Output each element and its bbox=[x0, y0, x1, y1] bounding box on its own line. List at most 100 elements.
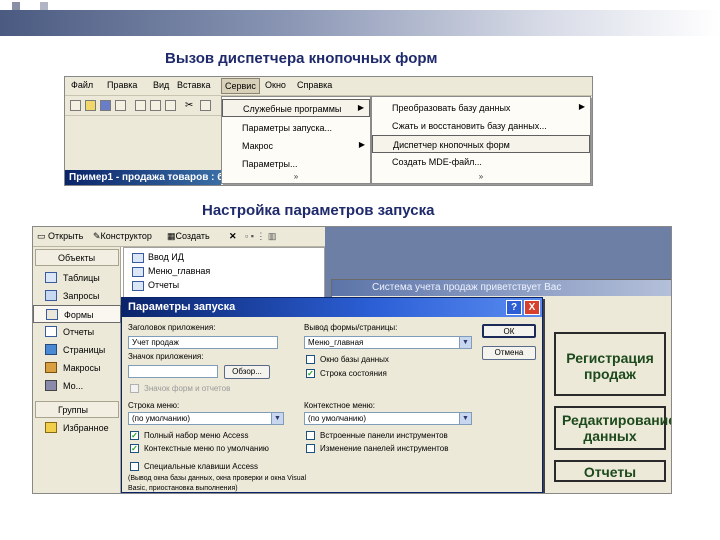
edit-data-button[interactable]: Редактирование данных bbox=[554, 406, 671, 450]
help-button[interactable]: ? bbox=[506, 300, 522, 315]
list-item[interactable]: Меню_главная bbox=[132, 266, 210, 277]
close-icon[interactable]: X bbox=[524, 300, 540, 315]
form-icon bbox=[132, 266, 144, 277]
submenu-arrow-icon: ▶ bbox=[358, 140, 365, 149]
expand-menu-icon[interactable]: » bbox=[222, 172, 370, 181]
object-queries[interactable]: Запросы bbox=[33, 287, 121, 305]
chevron-down-icon[interactable]: ▼ bbox=[459, 337, 471, 348]
toolbar-changes-checkbox[interactable] bbox=[306, 444, 315, 453]
object-modules[interactable]: Мо... bbox=[33, 377, 121, 395]
special-keys-label: Специальные клавиши Access bbox=[144, 462, 259, 471]
decor-square bbox=[12, 2, 20, 10]
menu-bar-select[interactable]: (по умолчанию) ▼ bbox=[128, 412, 284, 425]
context-menus-checkbox[interactable]: ✓ bbox=[130, 444, 139, 453]
open-icon[interactable] bbox=[85, 100, 96, 111]
menu-tools[interactable]: Сервис bbox=[221, 78, 260, 94]
menu-item-options[interactable]: Параметры... bbox=[222, 155, 370, 173]
full-menus-checkbox[interactable]: ✓ bbox=[130, 431, 139, 440]
form-page-select[interactable]: Меню_главная ▼ bbox=[304, 336, 472, 349]
expand-menu-icon[interactable]: » bbox=[372, 172, 590, 181]
toolbar-changes-label: Изменение панелей инструментов bbox=[320, 444, 449, 453]
status-bar-label: Строка состояния bbox=[320, 369, 387, 378]
object-pages[interactable]: Страницы bbox=[33, 341, 121, 359]
design-button[interactable]: ✎Конструктор bbox=[93, 231, 152, 242]
context-menu-bar-label: Контекстное меню: bbox=[304, 401, 375, 410]
menu-item-switchboard-manager[interactable]: Диспетчер кнопочных форм bbox=[372, 135, 590, 153]
special-keys-note: (Вывод окна базы данных, окна проверки и… bbox=[128, 475, 307, 492]
macro-icon bbox=[45, 362, 57, 373]
builtin-toolbars-checkbox[interactable] bbox=[306, 431, 315, 440]
switchboard-form-title: Система учета продаж приветствует Вас bbox=[332, 280, 671, 296]
startup-dialog: Параметры запуска ? X Заголовок приложен… bbox=[121, 297, 543, 493]
menu-file[interactable]: Файл bbox=[71, 80, 93, 90]
menu-item-utilities[interactable]: Служебные программы ▶ bbox=[222, 99, 370, 117]
full-menus-label: Полный набор меню Access bbox=[144, 431, 249, 440]
chevron-down-icon[interactable]: ▼ bbox=[459, 413, 471, 424]
status-bar-checkbox[interactable]: ✓ bbox=[306, 369, 315, 378]
new-icon[interactable] bbox=[70, 100, 81, 111]
form-page-label: Вывод формы/страницы: bbox=[304, 323, 398, 332]
favorites-icon bbox=[45, 422, 57, 433]
groups-header[interactable]: Группы bbox=[35, 401, 119, 418]
slide-top-bar bbox=[0, 10, 720, 36]
object-reports[interactable]: Отчеты bbox=[33, 323, 121, 341]
delete-icon[interactable]: ✕ bbox=[229, 231, 237, 242]
group-favorites[interactable]: Избранное bbox=[33, 419, 121, 437]
page-icon bbox=[45, 344, 57, 355]
objects-header[interactable]: Объекты bbox=[35, 249, 119, 266]
report-icon bbox=[45, 326, 57, 337]
object-forms[interactable]: Формы bbox=[33, 305, 121, 323]
save-icon[interactable] bbox=[100, 100, 111, 111]
tools-menu: Служебные программы ▶ Параметры запуска..… bbox=[221, 96, 371, 184]
app-title-label: Заголовок приложения: bbox=[128, 323, 216, 332]
browse-button[interactable]: Обзор... bbox=[224, 365, 270, 379]
menu-window[interactable]: Окно bbox=[265, 80, 286, 90]
menu-item-make-mde[interactable]: Создать MDE-файл... bbox=[372, 153, 590, 171]
module-icon bbox=[45, 380, 57, 391]
menu-insert[interactable]: Вставка bbox=[177, 80, 210, 90]
menu-item-convert-db[interactable]: Преобразовать базу данных ▶ bbox=[372, 99, 590, 117]
slide-heading-switchboard: Вызов диспетчера кнопочных форм bbox=[165, 50, 438, 67]
special-keys-checkbox[interactable] bbox=[130, 462, 139, 471]
spelling-icon[interactable] bbox=[165, 100, 176, 111]
copy-icon[interactable] bbox=[200, 100, 211, 111]
utilities-submenu: Преобразовать базу данных ▶ Сжать и восст… bbox=[371, 96, 591, 184]
menu-bar-label: Строка меню: bbox=[128, 401, 180, 410]
print-icon[interactable] bbox=[135, 100, 146, 111]
reports-button[interactable]: Отчеты bbox=[554, 460, 666, 482]
menu-view[interactable]: Вид bbox=[153, 80, 169, 90]
builtin-toolbars-label: Встроенные панели инструментов bbox=[320, 431, 448, 440]
menu-item-macro[interactable]: Макрос ▶ bbox=[222, 137, 370, 155]
search-icon[interactable] bbox=[115, 100, 126, 111]
app-title-input[interactable]: Учет продаж bbox=[128, 336, 278, 349]
ok-button[interactable]: ОК bbox=[482, 324, 536, 338]
standard-toolbar: ✂ bbox=[65, 96, 221, 116]
app-icon-input[interactable] bbox=[128, 365, 218, 378]
menu-edit[interactable]: Правка bbox=[107, 80, 137, 90]
object-tables[interactable]: Таблицы bbox=[33, 269, 121, 287]
menu-item-compact-repair[interactable]: Сжать и восстановить базу данных... bbox=[372, 117, 590, 135]
slide-heading-startup: Настройка параметров запуска bbox=[202, 202, 435, 219]
chevron-down-icon[interactable]: ▼ bbox=[271, 413, 283, 424]
context-menu-bar-select[interactable]: (по умолчанию) ▼ bbox=[304, 412, 472, 425]
create-button[interactable]: ▦Создать bbox=[167, 231, 210, 242]
open-object-button[interactable]: ▭ Открыть bbox=[37, 231, 83, 242]
menu-bar: Файл Правка Вид Вставка Сервис Окно Спра… bbox=[65, 77, 592, 96]
db-window-checkbox[interactable] bbox=[306, 355, 315, 364]
list-item[interactable]: Отчеты bbox=[132, 280, 179, 291]
cancel-button[interactable]: Отмена bbox=[482, 346, 536, 360]
sales-registration-button[interactable]: Регистрация продаж bbox=[554, 332, 666, 396]
menu-help[interactable]: Справка bbox=[297, 80, 332, 90]
view-icons[interactable]: ▫ ▪ ⋮ ▥ bbox=[245, 231, 276, 242]
form-icon bbox=[132, 252, 144, 263]
screenshot-startup-dialog: ▭ Открыть ✎Конструктор ▦Создать ✕ ▫ ▪ ⋮ … bbox=[32, 226, 672, 494]
list-item[interactable]: Ввод ИД bbox=[132, 252, 184, 263]
menu-item-startup[interactable]: Параметры запуска... bbox=[222, 119, 370, 137]
table-icon bbox=[45, 272, 57, 283]
object-macros[interactable]: Макросы bbox=[33, 359, 121, 377]
cut-icon[interactable]: ✂ bbox=[185, 100, 196, 111]
forms-list: Ввод ИД Меню_главная Отчеты bbox=[123, 247, 325, 302]
forms-icon-checkbox bbox=[130, 384, 139, 393]
preview-icon[interactable] bbox=[150, 100, 161, 111]
screenshot-tools-menu: Файл Правка Вид Вставка Сервис Окно Спра… bbox=[64, 76, 593, 186]
